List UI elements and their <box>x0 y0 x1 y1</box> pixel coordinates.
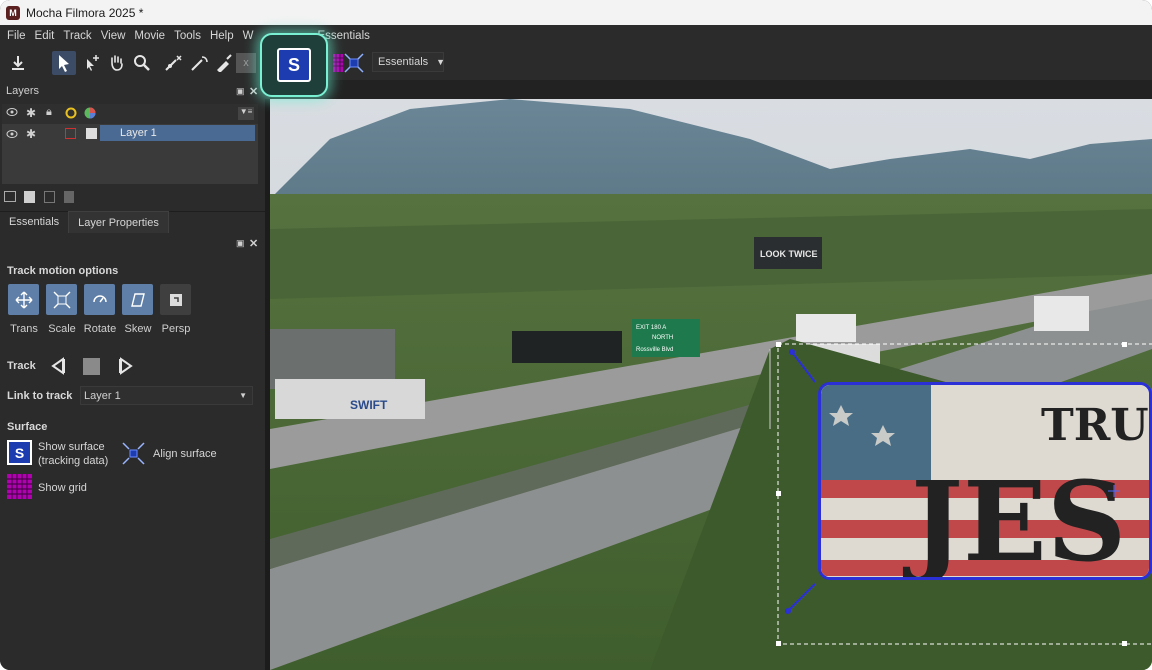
eye-icon[interactable] <box>6 107 18 120</box>
billboard-word-main: JES <box>902 457 1126 580</box>
exit-text: EXIT 180 A <box>636 325 666 331</box>
look-twice-text: LOOK TWICE <box>760 249 818 259</box>
track-forward-icon[interactable] <box>117 357 135 378</box>
menu-bar: File Edit Track View Movie Tools Help W … <box>0 25 1152 46</box>
viewer-header <box>270 80 1152 99</box>
layer-visibility-icon[interactable] <box>6 129 18 142</box>
clip-viewer[interactable]: SWIFT LOOK TWICE EXIT 180 A NORTH Rossvi… <box>270 99 1152 670</box>
title-bar: M Mocha Filmora 2025 * <box>0 0 1152 25</box>
trash-icon[interactable] <box>64 191 74 203</box>
disabled-x-icon: x <box>236 53 256 73</box>
skew-label: Skew <box>124 323 152 335</box>
new-folder-icon[interactable] <box>4 191 16 202</box>
brush-tool-icon[interactable] <box>212 51 236 75</box>
layer-options-icon[interactable]: ▼≡ <box>238 107 254 120</box>
menu-window[interactable]: W <box>243 30 254 42</box>
download-icon[interactable] <box>6 51 30 75</box>
link-to-track-select[interactable]: Layer 1 ▼ <box>80 386 253 405</box>
truck-text: SWIFT <box>350 398 388 412</box>
layers-header-row: ✱ 🔒︎ ▼≡ <box>2 104 258 124</box>
new-layer-icon[interactable] <box>24 191 35 203</box>
xspline-tool-icon[interactable] <box>162 51 186 75</box>
persp-button[interactable] <box>160 284 191 315</box>
menu-view[interactable]: View <box>101 30 126 42</box>
close-panel-icon[interactable]: ✕ <box>249 85 258 98</box>
close-panel-icon-2[interactable]: ✕ <box>249 237 258 250</box>
track-backward-icon[interactable] <box>49 357 67 378</box>
tab-essentials[interactable]: Essentials <box>0 211 68 233</box>
link-to-track-value: Layer 1 <box>84 389 121 402</box>
app-window: M Mocha Filmora 2025 * File Edit Track V… <box>0 0 1152 670</box>
chevron-down-icon-2: ▼ <box>239 391 247 400</box>
link-to-track-label: Link to track <box>7 390 73 402</box>
menu-tools[interactable]: Tools <box>174 30 201 42</box>
layers-panel-title: Layers <box>6 85 40 97</box>
menu-file[interactable]: File <box>7 30 26 42</box>
workspace-dropdown-value: Essentials <box>378 56 429 68</box>
app-icon: M <box>6 5 20 20</box>
bezier-tool-icon[interactable] <box>188 51 212 75</box>
blend-icon[interactable] <box>84 107 96 122</box>
show-surface-toolbar-button[interactable]: S <box>260 33 328 97</box>
scale-label: Scale <box>48 323 76 335</box>
tab-layer-properties[interactable]: Layer Properties <box>68 211 169 233</box>
workspace-dropdown[interactable]: Essentials ▼ <box>372 52 446 72</box>
layers-panel-header: Layers ▣ ✕ <box>0 82 265 100</box>
rotate-button[interactable] <box>84 284 115 315</box>
trans-label: Trans <box>10 323 38 335</box>
trans-button[interactable] <box>8 284 39 315</box>
duplicate-layer-icon[interactable] <box>44 191 55 203</box>
rotate-label: Rotate <box>83 323 117 335</box>
show-grid-button[interactable] <box>7 474 32 499</box>
float-panel-icon-2[interactable]: ▣ <box>236 238 245 249</box>
show-surface-label: Show surface (tracking data) <box>38 441 109 467</box>
window-title: Mocha Filmora 2025 * <box>26 5 144 20</box>
float-panel-icon[interactable]: ▣ <box>236 86 245 97</box>
stop-icon[interactable] <box>83 358 100 375</box>
layers-list: ✱ 🔒︎ ▼≡ ✱ <box>2 104 258 184</box>
hand-tool-icon[interactable] <box>104 51 128 75</box>
chevron-down-icon: ▼ <box>436 57 446 67</box>
tracked-billboard[interactable]: TRU JES <box>818 382 1152 580</box>
show-grid-label: Show grid <box>38 482 87 494</box>
properties-tabs: Essentials Layer Properties <box>0 211 265 233</box>
lock-icon[interactable]: 🔒︎ <box>46 106 52 119</box>
zoom-tool-icon[interactable] <box>130 51 154 75</box>
menu-help[interactable]: Help <box>210 30 234 42</box>
rossville-text: Rossville Blvd <box>636 347 673 353</box>
layer-name-text: Layer 1 <box>120 127 157 139</box>
scale-button[interactable] <box>46 284 77 315</box>
color-wheel-icon[interactable] <box>65 107 77 122</box>
north-text: NORTH <box>652 335 673 341</box>
align-surface-icon[interactable] <box>342 51 366 75</box>
show-surface-button[interactable]: S <box>7 440 32 465</box>
show-surface-icon: S <box>277 48 311 82</box>
layer-name-layer1[interactable]: Layer 1 <box>100 125 255 141</box>
layer-matte-swatch[interactable] <box>86 128 97 139</box>
align-surface-label: Align surface <box>153 448 217 460</box>
menu-movie[interactable]: Movie <box>134 30 165 42</box>
track-label: Track <box>7 360 36 372</box>
layers-toolbar <box>2 189 82 207</box>
layer-settings-icon[interactable]: ✱ <box>26 127 36 141</box>
surface-title: Surface <box>7 421 48 433</box>
gear-icon[interactable]: ✱ <box>26 106 36 120</box>
track-motion-title: Track motion options <box>7 265 119 277</box>
menu-track[interactable]: Track <box>63 30 91 42</box>
persp-label: Persp <box>161 323 191 335</box>
add-point-tool-icon[interactable] <box>80 51 104 75</box>
skew-button[interactable] <box>122 284 153 315</box>
menu-edit[interactable]: Edit <box>35 30 55 42</box>
toolbar: x <box>0 46 1152 80</box>
layer-color-swatch[interactable] <box>65 128 76 139</box>
billboard-word-top: TRU <box>1041 400 1149 451</box>
align-surface-button[interactable] <box>121 441 146 466</box>
select-tool-icon[interactable] <box>52 51 76 75</box>
